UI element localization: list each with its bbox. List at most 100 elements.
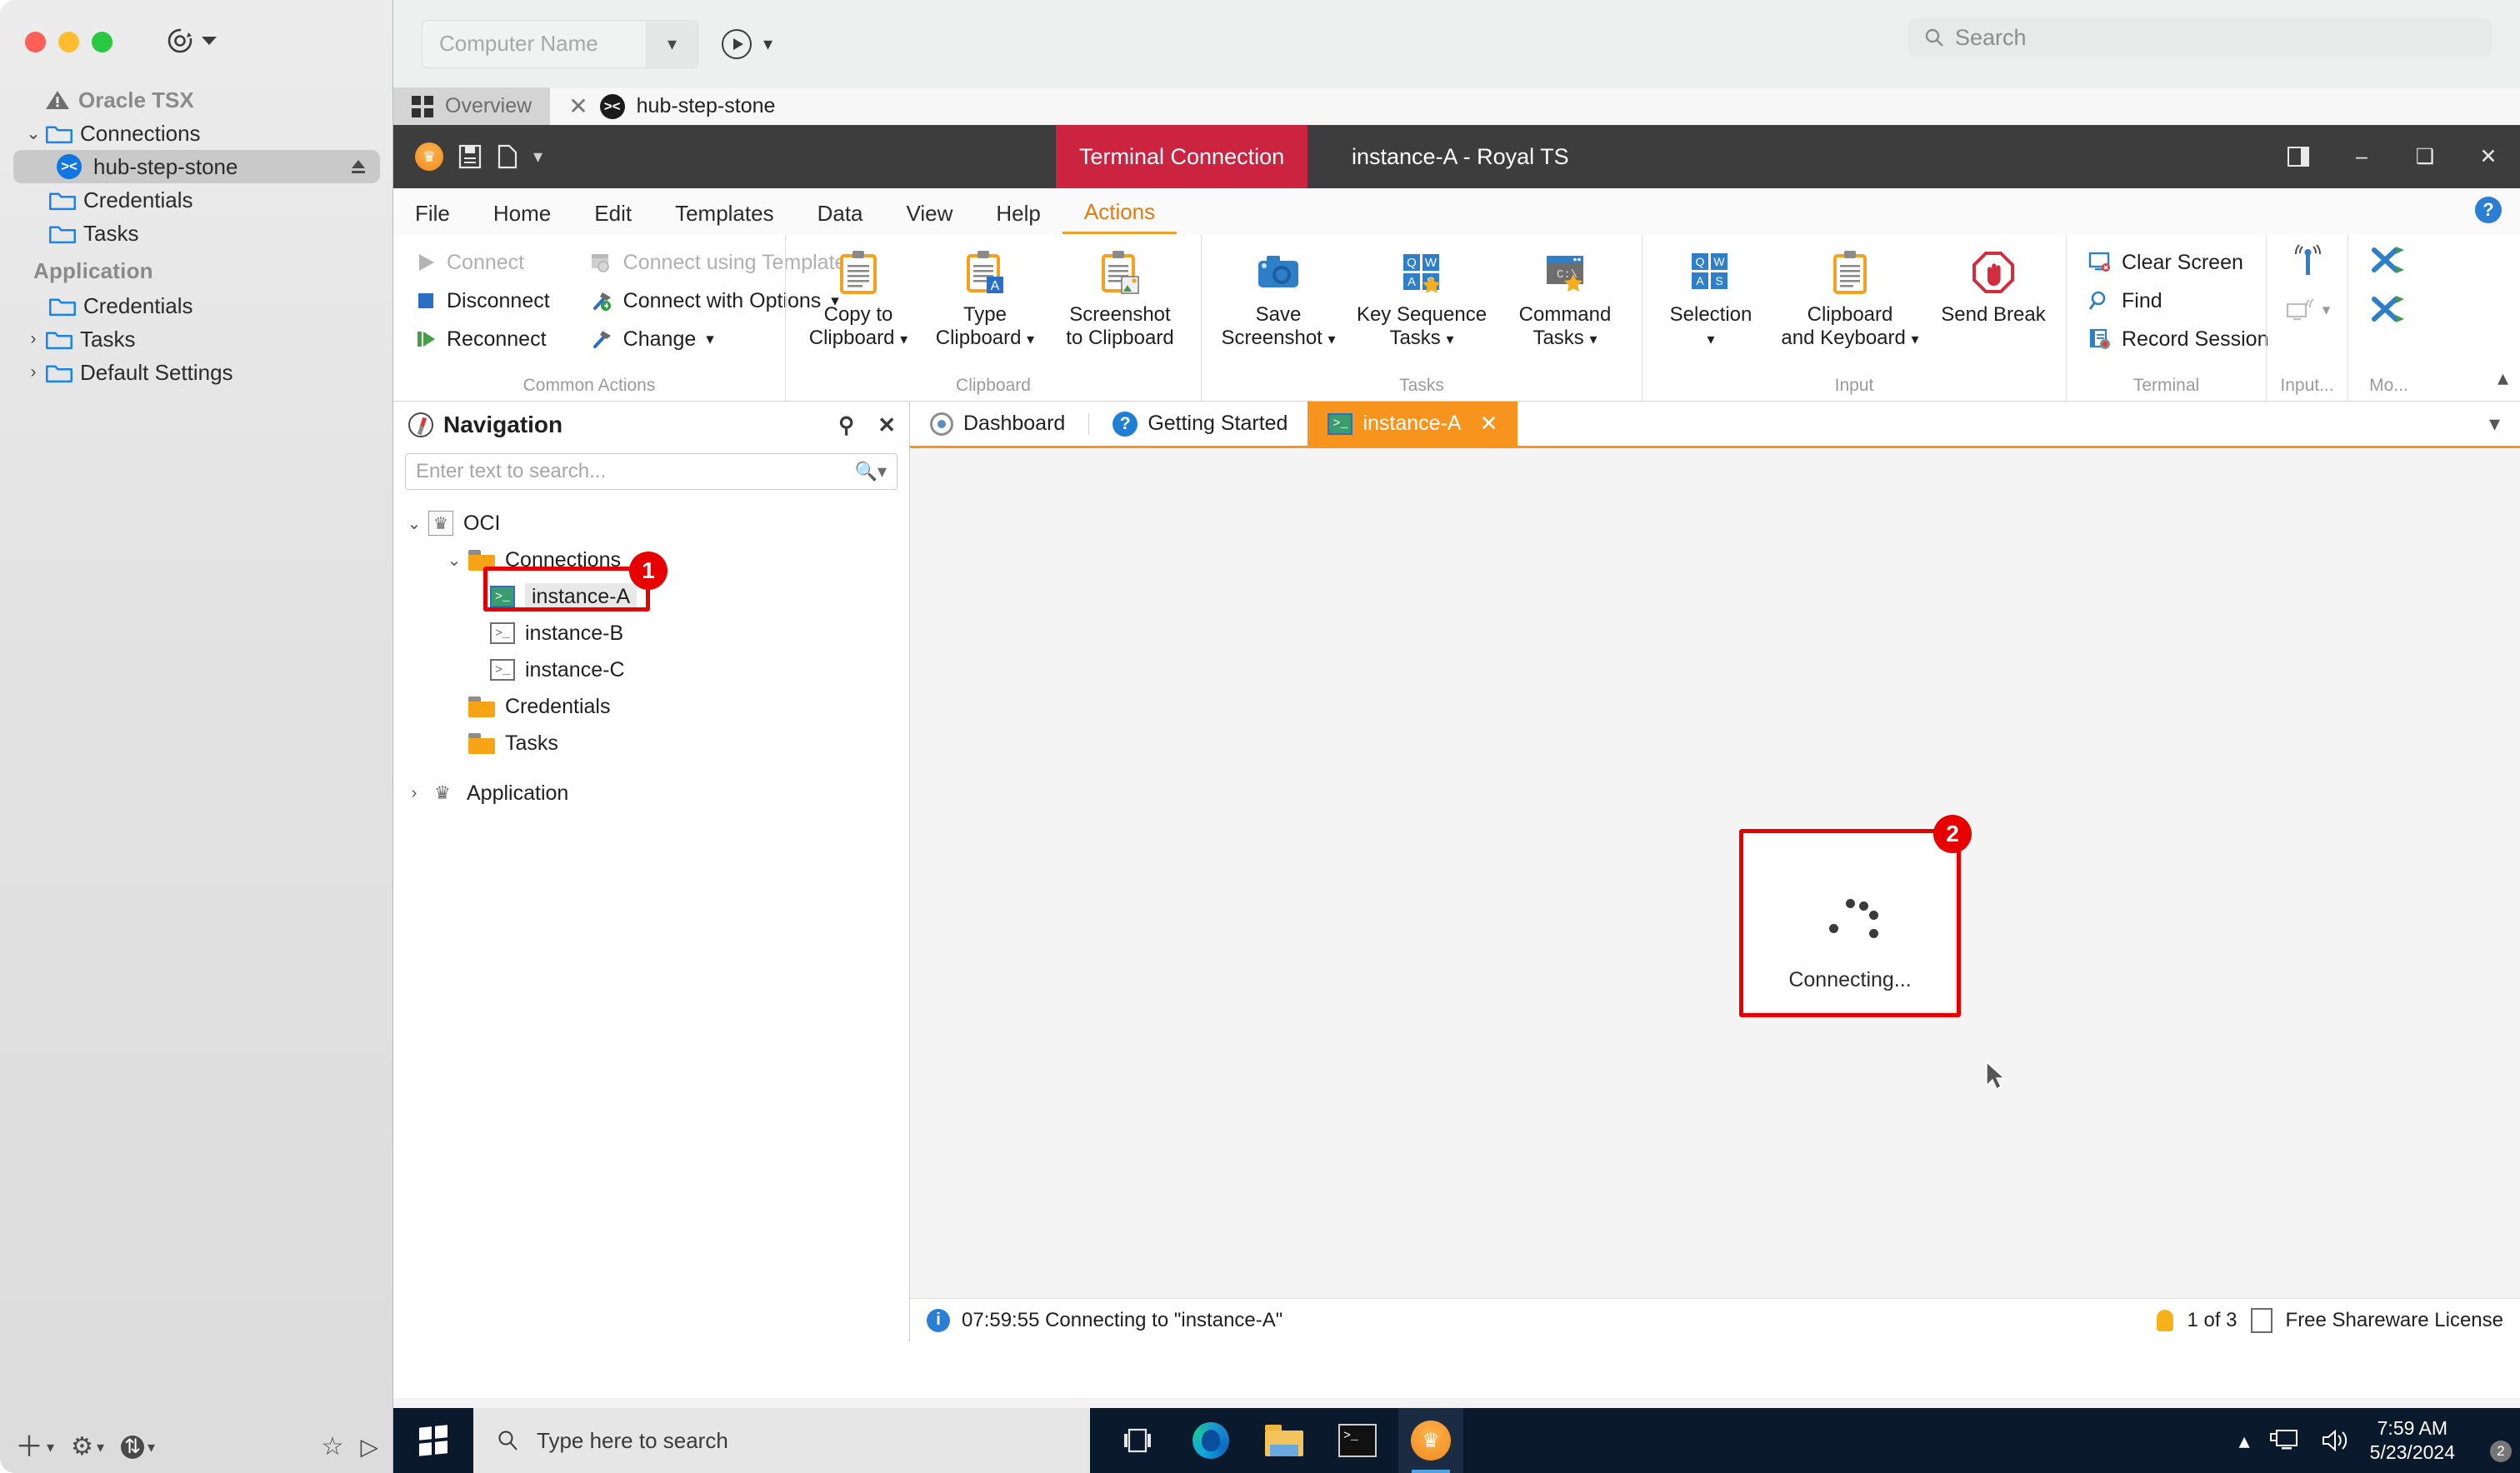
minimize-icon[interactable]: –	[2330, 125, 2393, 188]
notifications-icon[interactable]: 2	[2473, 1424, 2512, 1462]
tree-item-oci[interactable]: ⌄ ♛ OCI	[393, 505, 909, 542]
volume-icon[interactable]	[2320, 1427, 2352, 1454]
restore-icon[interactable]: ❑	[2393, 125, 2457, 188]
twisty-icon[interactable]: ›	[22, 362, 45, 382]
chevron-down-icon[interactable]: ▾	[706, 330, 714, 349]
twisty-icon[interactable]: ›	[400, 784, 428, 803]
menu-item-home[interactable]: Home	[472, 192, 572, 234]
vm-play-controls[interactable]: ▾	[722, 28, 772, 59]
chevron-down-icon[interactable]: ▾	[2489, 411, 2500, 437]
royal-ts-icon[interactable]: ♛	[1398, 1408, 1463, 1473]
reconnect-button[interactable]: Reconnect	[403, 320, 562, 358]
document-tabs-overflow[interactable]: ▾	[2489, 402, 2520, 446]
twisty-icon[interactable]: ⌄	[22, 123, 45, 144]
sidebar-item-app-tasks[interactable]: › Tasks	[13, 322, 380, 356]
document-tab-dashboard[interactable]: Dashboard	[910, 402, 1085, 446]
collapse-ribbon-button[interactable]: ▴	[2498, 365, 2508, 391]
menu-item-data[interactable]: Data	[796, 192, 885, 234]
send-break-button[interactable]: Send Break	[1931, 243, 2056, 327]
connect-button[interactable]: Connect	[403, 243, 562, 282]
command-tasks-button[interactable]: C:\ Command Tasks ▾	[1498, 243, 1632, 351]
menu-item-file[interactable]: File	[393, 192, 472, 234]
computer-name-input[interactable]: Computer Name ▾	[422, 19, 698, 68]
dock-panel-icon[interactable]	[2267, 125, 2330, 188]
save-icon[interactable]	[458, 144, 482, 169]
favorite-button[interactable]: ☆	[322, 1435, 344, 1460]
menu-item-view[interactable]: View	[885, 192, 975, 234]
settings-button[interactable]: ⚙ ▾	[71, 1435, 104, 1460]
document-tab-getting-started[interactable]: ? Getting Started	[1092, 402, 1308, 446]
document-tab-instance-a[interactable]: >_ instance-A ✕	[1308, 402, 1518, 446]
terminal-canvas[interactable]: Connecting... 2	[910, 448, 2520, 1298]
sidebar-item-connections[interactable]: ⌄ Connections	[13, 117, 380, 150]
folder-icon	[46, 365, 72, 383]
add-button[interactable]: ＋ ▾	[15, 1433, 54, 1461]
transfer-button[interactable]: ⇅ ▾	[121, 1436, 155, 1459]
auto-hide-pin-icon[interactable]: ⚲	[838, 412, 854, 438]
broadcast-icon[interactable]	[2288, 243, 2327, 284]
record-session-button[interactable]: Record Session	[2077, 320, 2280, 358]
clear-screen-button[interactable]: Clear Screen	[2077, 243, 2280, 282]
vm-search-input[interactable]: Search	[1908, 18, 2492, 57]
menu-item-templates[interactable]: Templates	[653, 192, 796, 234]
play-icon[interactable]	[722, 28, 752, 59]
twisty-icon[interactable]: ⌄	[440, 550, 468, 571]
navigation-search-input[interactable]: Enter text to search... 🔍▾	[405, 453, 898, 490]
disconnect-button[interactable]: Disconnect	[403, 282, 562, 320]
network-icon[interactable]	[2268, 1427, 2302, 1454]
customize-qat-icon[interactable]: ▾	[533, 146, 542, 167]
task-view-icon[interactable]	[1105, 1408, 1170, 1473]
save-screenshot-button[interactable]: Save Screenshot ▾	[1212, 243, 1345, 351]
selection-button[interactable]: Q W A S Selection ▾	[1652, 243, 1769, 351]
search-icon[interactable]: 🔍▾	[855, 461, 887, 482]
tree-item-instance-c[interactable]: >_ instance-C	[393, 652, 909, 688]
menu-item-edit[interactable]: Edit	[572, 192, 653, 234]
twisty-icon[interactable]: ⌄	[400, 513, 428, 534]
file-explorer-icon[interactable]	[1252, 1408, 1317, 1473]
eject-icon[interactable]	[348, 157, 368, 177]
vm-tab-hub-step-stone[interactable]: ✕ >< hub-step-stone	[550, 87, 794, 125]
command-prompt-icon[interactable]: >_	[1325, 1408, 1390, 1473]
tree-item-credentials[interactable]: Credentials	[393, 688, 909, 725]
help-icon[interactable]: ?	[2475, 197, 2502, 223]
close-icon[interactable]: ✕	[568, 92, 588, 120]
shuffle-icon[interactable]	[2371, 292, 2408, 330]
tree-item-application[interactable]: › ♛ Application	[393, 775, 909, 811]
mac-record-toolbar-button[interactable]	[167, 27, 217, 55]
key-sequence-tasks-button[interactable]: Q W A S Key SequenceTasks ▾	[1347, 243, 1497, 351]
screenshot-to-clipboard-button[interactable]: Screenshot to Clipboard	[1049, 243, 1191, 351]
close-icon[interactable]: ✕	[2457, 125, 2520, 188]
clipboard-and-keyboard-button[interactable]: Clipboard and Keyboard ▾	[1771, 243, 1929, 351]
twisty-icon[interactable]: ›	[22, 329, 45, 349]
sidebar-item-tasks[interactable]: Tasks	[13, 217, 380, 250]
chevron-down-icon[interactable]: ▾	[763, 33, 772, 55]
broadcast-off-icon[interactable]: ▾	[2284, 296, 2330, 324]
sidebar-item-hub-step-stone[interactable]: >< hub-step-stone	[13, 150, 380, 183]
edge-icon[interactable]	[1178, 1408, 1243, 1473]
copy-to-clipboard-button[interactable]: Copy to Clipboard ▾	[796, 243, 921, 351]
find-button[interactable]: Find	[2077, 282, 2280, 320]
minimize-window-button[interactable]	[58, 32, 79, 52]
sidebar-item-default-settings[interactable]: › Default Settings	[13, 356, 380, 389]
vm-tab-overview[interactable]: Overview	[393, 87, 551, 125]
maximize-window-button[interactable]	[92, 32, 112, 52]
computer-name-dropdown[interactable]: ▾	[646, 20, 698, 67]
tree-item-instance-b[interactable]: >_ instance-B	[393, 615, 909, 652]
sidebar-item-credentials[interactable]: Credentials	[13, 183, 380, 217]
close-icon[interactable]: ✕	[1480, 411, 1498, 437]
tree-item-tasks[interactable]: Tasks	[393, 725, 909, 761]
run-button[interactable]: ▷	[360, 1436, 378, 1459]
chevron-up-icon[interactable]: ▴	[2239, 1428, 2250, 1454]
taskbar-search-input[interactable]: Type here to search	[473, 1408, 1090, 1473]
taskbar-clock[interactable]: 7:59 AM 5/23/2024	[2370, 1416, 2455, 1465]
close-panel-icon[interactable]: ✕	[878, 412, 896, 438]
type-clipboard-button[interactable]: A Type Clipboard ▾	[922, 243, 1048, 351]
menu-item-actions[interactable]: Actions	[1062, 192, 1178, 234]
sidebar-item-app-credentials[interactable]: Credentials	[13, 289, 380, 322]
start-button[interactable]	[393, 1408, 473, 1473]
license-label[interactable]: Free Shareware License	[2286, 1309, 2503, 1332]
new-document-icon[interactable]	[497, 144, 518, 169]
shuffle-icon[interactable]	[2371, 243, 2408, 281]
close-window-button[interactable]	[25, 32, 46, 52]
menu-item-help[interactable]: Help	[974, 192, 1062, 234]
